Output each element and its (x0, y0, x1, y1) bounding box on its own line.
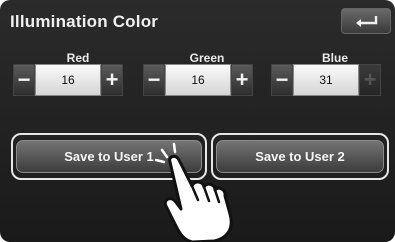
save-to-user2-button[interactable]: Save to User 2 (216, 140, 384, 173)
green-control: − 16 + (143, 64, 253, 96)
green-value: 16 (165, 64, 231, 96)
blue-control: − 31 + (271, 64, 381, 96)
blue-label: Blue (321, 51, 348, 65)
red-label: Red (66, 51, 90, 65)
red-plus-button[interactable]: + (101, 64, 123, 96)
illumination-color-screen: Illumination Color Red − 16 + Green − 16… (0, 0, 395, 242)
red-value: 16 (35, 64, 101, 96)
red-control: − 16 + (13, 64, 123, 96)
green-plus-button[interactable]: + (231, 64, 253, 96)
green-minus-button[interactable]: − (143, 64, 165, 96)
blue-minus-button[interactable]: − (271, 64, 293, 96)
blue-plus-button[interactable]: + (359, 64, 381, 96)
back-button[interactable] (341, 8, 391, 34)
pointing-hand-icon (154, 142, 233, 242)
page-title: Illumination Color (10, 12, 159, 31)
red-minus-button[interactable]: − (13, 64, 35, 96)
blue-value: 31 (293, 64, 359, 96)
green-label: Green (189, 51, 225, 65)
return-arrow-icon (356, 16, 378, 27)
